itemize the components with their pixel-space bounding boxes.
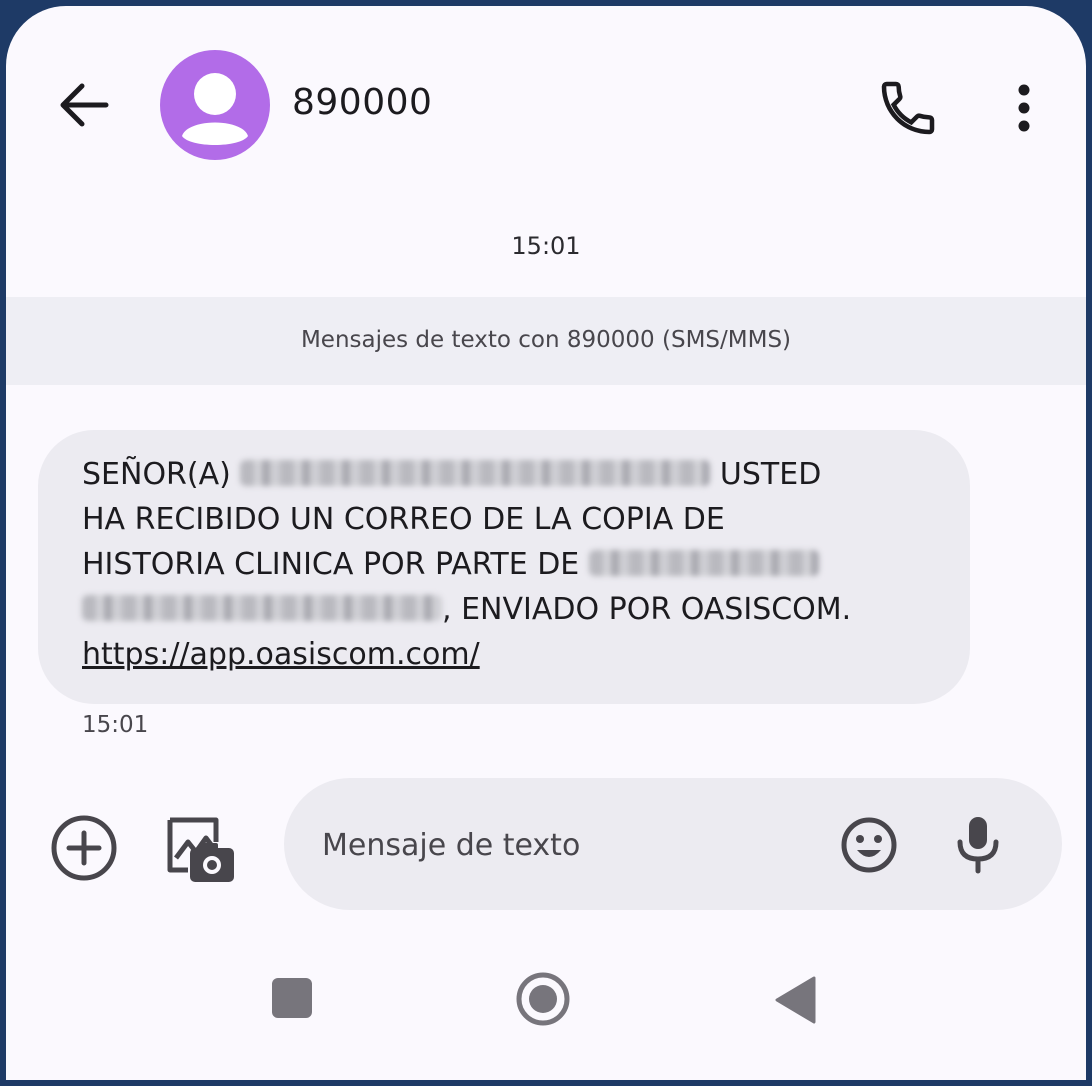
message-fragment: SEÑOR(A) [82, 457, 231, 492]
sms-info-banner: Mensajes de texto con 890000 (SMS/MMS) [6, 297, 1086, 385]
call-button[interactable] [876, 76, 940, 140]
message-fragment: USTED [719, 457, 822, 492]
nav-back-button[interactable] [774, 976, 816, 1024]
more-vert-icon [1018, 84, 1030, 132]
emoji-button[interactable] [840, 816, 898, 874]
message-fragment: HISTORIA CLINICA POR PARTE DE [82, 547, 580, 582]
recents-button[interactable] [272, 978, 312, 1018]
conversation-timestamp: 15:01 [511, 232, 581, 260]
phone-screen: 890000 15:01 Mensajes de texto con 89000… [6, 6, 1086, 1080]
message-line: , ENVIADO POR OASISCOM. [82, 587, 942, 632]
redacted-sender [82, 594, 442, 621]
arrow-back-icon [60, 83, 109, 127]
message-bubble[interactable]: SEÑOR(A) USTED HA RECIBIDO UN CORREO DE … [38, 430, 970, 704]
message-line: HA RECIBIDO UN CORREO DE LA COPIA DE [82, 502, 725, 537]
emoji-icon [841, 817, 897, 873]
avatar[interactable] [160, 50, 270, 160]
add-circle-icon [51, 815, 117, 881]
message-timestamp: 15:01 [82, 712, 149, 738]
message-text: SEÑOR(A) USTED HA RECIBIDO UN CORREO DE … [82, 452, 942, 677]
message-line: SEÑOR(A) USTED [82, 452, 942, 497]
gallery-camera-icon [167, 817, 234, 882]
message-fragment: , ENVIADO POR OASISCOM. [442, 592, 852, 627]
more-options-button[interactable] [1004, 80, 1044, 136]
circle-home-icon [516, 972, 570, 1026]
person-icon [182, 73, 248, 145]
phone-icon [881, 81, 935, 135]
system-navigation-bar [6, 956, 1086, 1056]
message-line: https://app.oasiscom.com/ [82, 632, 942, 677]
message-line: HISTORIA CLINICA POR PARTE DE [82, 542, 942, 587]
triangle-back-icon [775, 976, 816, 1024]
gallery-button[interactable] [164, 812, 238, 886]
redacted-name [240, 459, 711, 486]
back-button[interactable] [56, 78, 110, 132]
message-composer [284, 778, 1062, 910]
message-input[interactable] [320, 816, 824, 874]
redacted-sender [588, 549, 819, 576]
conversation-header: 890000 [6, 6, 1086, 186]
voice-input-button[interactable] [952, 814, 1004, 874]
home-button[interactable] [516, 972, 570, 1026]
contact-name[interactable]: 890000 [292, 82, 432, 123]
microphone-icon [957, 817, 999, 874]
sms-banner-text: Mensajes de texto con 890000 (SMS/MMS) [300, 327, 792, 353]
message-link[interactable]: https://app.oasiscom.com/ [82, 637, 480, 672]
attach-button[interactable] [48, 812, 120, 884]
